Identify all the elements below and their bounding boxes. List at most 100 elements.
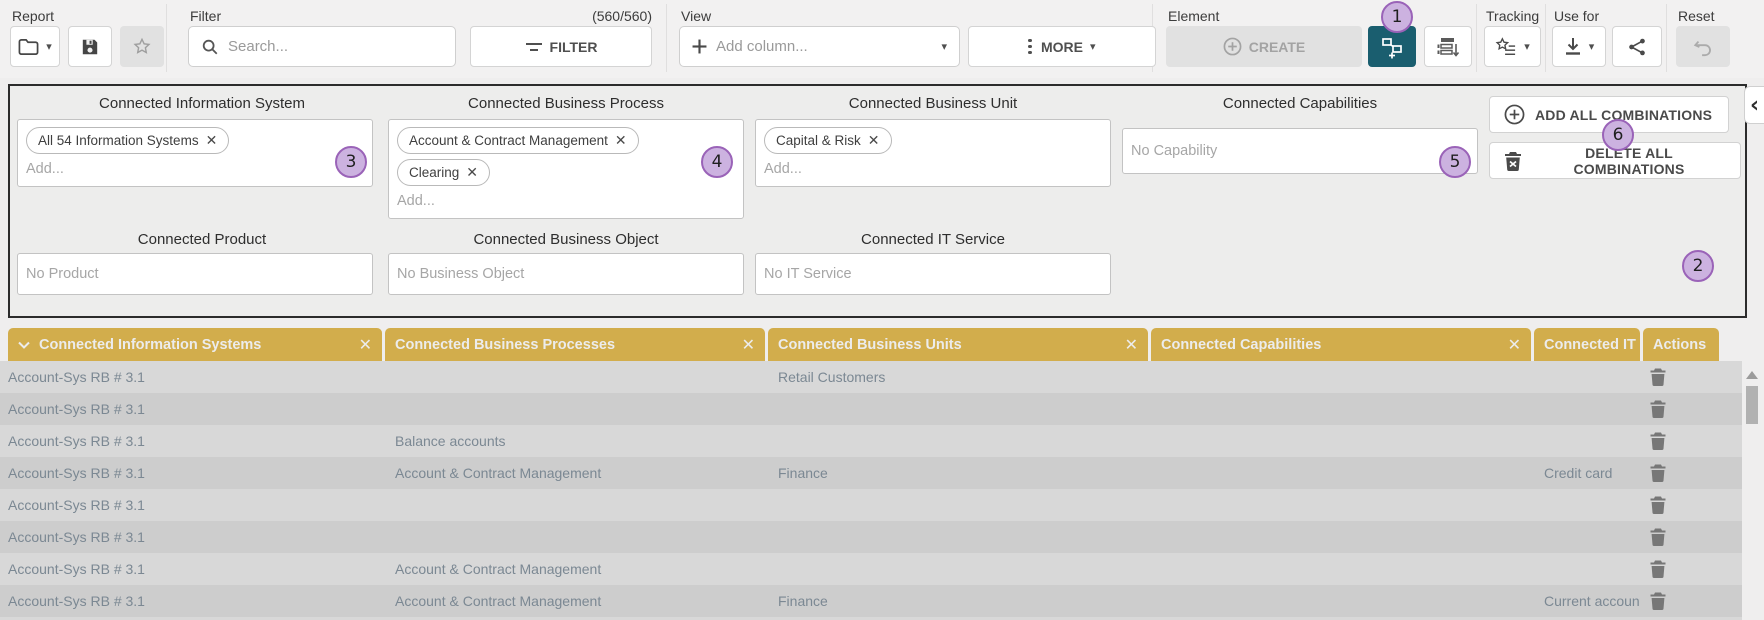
collapse-panel-toggle[interactable]: ‹ — [1744, 86, 1764, 124]
diagram-add-icon — [1380, 35, 1404, 59]
tracking-button[interactable]: ▾ — [1484, 26, 1541, 67]
table-row: Account-Sys RB # 3.1Retail Customers — [0, 361, 1742, 393]
business-object-field[interactable]: No Business Object — [388, 253, 744, 295]
cell-it_service — [1534, 521, 1640, 553]
scrollbar-up-arrow[interactable] — [1746, 371, 1758, 379]
remove-chip-icon[interactable]: ✕ — [206, 133, 218, 149]
filter-chip[interactable]: Clearing✕ — [397, 159, 490, 186]
plus-circle-icon — [1223, 37, 1242, 56]
filter-result-count: (560/560) — [552, 8, 652, 24]
table-rows: Account-Sys RB # 3.1Retail CustomersAcco… — [0, 361, 1764, 620]
no-value-placeholder[interactable]: No Product — [24, 259, 366, 284]
open-report-button[interactable]: ▾ — [10, 26, 60, 67]
table-row: Account-Sys RB # 3.1Balance accounts — [0, 425, 1742, 457]
remove-column-icon[interactable]: ✕ — [1508, 335, 1521, 354]
column-header-capabilities[interactable]: Connected Capabilities ✕ — [1151, 328, 1531, 361]
column-header-label: Connected Business Processes — [395, 337, 615, 353]
delete-row-button[interactable] — [1650, 496, 1668, 514]
scrollbar-thumb[interactable] — [1746, 386, 1758, 424]
delete-row-button[interactable] — [1650, 368, 1668, 386]
create-element-button[interactable]: CREATE — [1166, 26, 1362, 67]
delete-row-button[interactable] — [1650, 400, 1668, 418]
cell-it_service — [1534, 489, 1640, 521]
cell-capability — [1151, 361, 1531, 393]
it-service-field[interactable]: No IT Service — [755, 253, 1111, 295]
cell-business_unit: Retail Customers — [768, 361, 1148, 393]
application-window: Report ▾ Filter (560/560) — [0, 0, 1764, 620]
cell-business_process: Account & Contract Management — [385, 585, 765, 617]
list-export-button[interactable] — [1424, 26, 1472, 67]
column-header-information-systems[interactable]: Connected Information Systems ✕ — [8, 328, 382, 361]
annotation-callout-2: 2 — [1682, 250, 1714, 282]
reset-button[interactable] — [1676, 26, 1730, 67]
toolbar-separator — [1545, 4, 1546, 72]
column-header-it-services[interactable]: Connected IT Services — [1534, 328, 1640, 361]
annotation-callout-3: 3 — [335, 146, 367, 178]
report-group-label: Report — [12, 8, 54, 24]
cell-capability — [1151, 585, 1531, 617]
column-header-label: Actions — [1653, 337, 1706, 353]
sort-chevron-icon[interactable] — [18, 341, 30, 349]
add-column-input[interactable] — [716, 38, 932, 55]
kebab-menu-icon — [1028, 39, 1032, 55]
chip-label: Capital & Risk — [776, 133, 861, 148]
chip-label: Account & Contract Management — [409, 133, 608, 148]
filter-chip[interactable]: Capital & Risk ✕ — [764, 127, 892, 154]
folder-icon — [18, 38, 39, 56]
column-header-business-processes[interactable]: Connected Business Processes ✕ — [385, 328, 765, 361]
remove-chip-icon[interactable]: ✕ — [868, 133, 880, 149]
cell-business_process — [385, 361, 765, 393]
star-list-icon — [1495, 37, 1517, 57]
filter-chip[interactable]: Account & Contract Management ✕ — [397, 127, 639, 154]
cell-information_system: Account-Sys RB # 3.1 — [0, 489, 374, 521]
filter-chip[interactable]: All 54 Information Systems✕ — [26, 127, 229, 154]
field-label-capabilities: Connected Capabilities — [1122, 95, 1478, 112]
remove-chip-icon[interactable]: ✕ — [615, 133, 627, 149]
cell-business_process — [385, 489, 765, 521]
business-unit-field[interactable]: Capital & Risk ✕ Add... — [755, 119, 1111, 187]
information-system-field[interactable]: All 54 Information Systems✕ Add... — [17, 119, 373, 187]
filter-button[interactable]: FILTER — [470, 26, 652, 67]
share-button[interactable] — [1612, 26, 1662, 67]
column-header-label: Connected IT Services — [1544, 337, 1640, 353]
cell-business_unit — [768, 489, 1148, 521]
delete-row-button[interactable] — [1650, 432, 1668, 450]
remove-chip-icon[interactable]: ✕ — [466, 165, 478, 181]
cell-it_service — [1534, 393, 1640, 425]
capabilities-field[interactable]: No Capability — [1122, 128, 1478, 174]
more-button[interactable]: MORE ▾ — [968, 26, 1156, 67]
add-value-placeholder[interactable]: Add... — [395, 189, 737, 211]
no-value-placeholder[interactable]: No Capability — [1129, 134, 1471, 161]
cell-business_unit — [768, 553, 1148, 585]
delete-row-button[interactable] — [1650, 464, 1668, 482]
column-header-business-units[interactable]: Connected Business Units ✕ — [768, 328, 1148, 361]
cell-it_service — [1534, 553, 1640, 585]
more-button-label: MORE — [1041, 39, 1083, 55]
cell-information_system: Account-Sys RB # 3.1 — [0, 457, 374, 489]
remove-column-icon[interactable]: ✕ — [359, 335, 372, 354]
chevron-down-icon[interactable]: ▾ — [941, 40, 947, 53]
chevron-down-icon: ▾ — [46, 40, 52, 53]
no-value-placeholder[interactable]: No IT Service — [762, 259, 1104, 284]
chevron-down-icon: ▾ — [1524, 40, 1530, 53]
download-button[interactable]: ▾ — [1552, 26, 1606, 67]
save-report-button[interactable] — [68, 26, 112, 67]
filter-button-label: FILTER — [550, 39, 598, 55]
add-value-placeholder[interactable]: Add... — [24, 157, 366, 179]
search-box — [188, 26, 456, 67]
product-field[interactable]: No Product — [17, 253, 373, 295]
cell-it_service — [1534, 425, 1640, 457]
field-label-business-process: Connected Business Process — [388, 95, 744, 112]
favorite-report-button[interactable] — [120, 26, 164, 67]
business-process-field[interactable]: Account & Contract Management ✕ Clearing✕… — [388, 119, 744, 219]
add-value-placeholder[interactable]: Add... — [762, 157, 1104, 179]
toolbar-separator — [1476, 4, 1477, 72]
search-input[interactable] — [228, 38, 443, 55]
remove-column-icon[interactable]: ✕ — [1125, 335, 1138, 354]
delete-row-button[interactable] — [1650, 592, 1668, 610]
delete-row-button[interactable] — [1650, 528, 1668, 546]
no-value-placeholder[interactable]: No Business Object — [395, 259, 737, 284]
remove-column-icon[interactable]: ✕ — [742, 335, 755, 354]
delete-row-button[interactable] — [1650, 560, 1668, 578]
chevron-down-icon: ▾ — [1589, 40, 1595, 53]
